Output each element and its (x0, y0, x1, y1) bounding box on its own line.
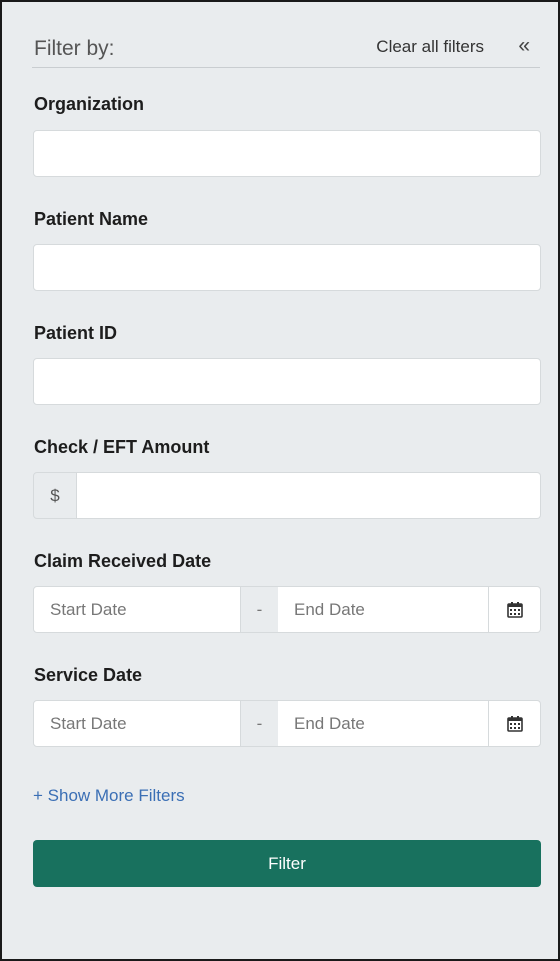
service-start-date-input[interactable]: Start Date (33, 700, 241, 747)
service-end-date-input[interactable]: End Date (278, 700, 489, 747)
organization-label: Organization (34, 94, 145, 114)
filter-title: Filter by: (34, 37, 115, 60)
end-date-placeholder: End Date (294, 713, 365, 733)
claim-received-calendar-button[interactable] (489, 586, 541, 633)
show-more-filters-link[interactable]: + Show More Filters (33, 786, 185, 806)
end-date-placeholder: End Date (294, 599, 365, 619)
date-range-separator: - (241, 586, 278, 633)
claim-received-start-date-input[interactable]: Start Date (33, 586, 241, 633)
clear-all-filters-link[interactable]: Clear all filters (376, 37, 484, 57)
amount-input-group: $ (33, 472, 541, 519)
service-date-range: Start Date - End Date (33, 700, 541, 747)
patient-name-label: Patient Name (34, 209, 149, 229)
currency-prefix: $ (33, 472, 77, 519)
claim-received-date-range: Start Date - End Date (33, 586, 541, 633)
claim-received-date-label: Claim Received Date (34, 551, 212, 571)
start-date-placeholder: Start Date (50, 713, 127, 733)
amount-input[interactable] (77, 472, 541, 519)
organization-input[interactable] (33, 130, 541, 177)
date-range-separator: - (241, 700, 278, 747)
patient-id-input[interactable] (33, 358, 541, 405)
patient-id-label: Patient ID (34, 323, 118, 343)
filter-button[interactable]: Filter (33, 840, 541, 887)
service-date-label: Service Date (34, 665, 143, 685)
claim-received-end-date-input[interactable]: End Date (278, 586, 489, 633)
patient-name-input[interactable] (33, 244, 541, 291)
amount-label: Check / EFT Amount (34, 437, 210, 457)
collapse-panel-icon[interactable]: « (518, 34, 530, 58)
start-date-placeholder: Start Date (50, 599, 127, 619)
service-date-calendar-button[interactable] (489, 700, 541, 747)
calendar-icon (506, 601, 523, 618)
filter-panel: Filter by: Clear all filters « Organizat… (0, 0, 560, 961)
filter-header: Filter by: Clear all filters « (32, 28, 540, 68)
calendar-icon (506, 715, 523, 732)
